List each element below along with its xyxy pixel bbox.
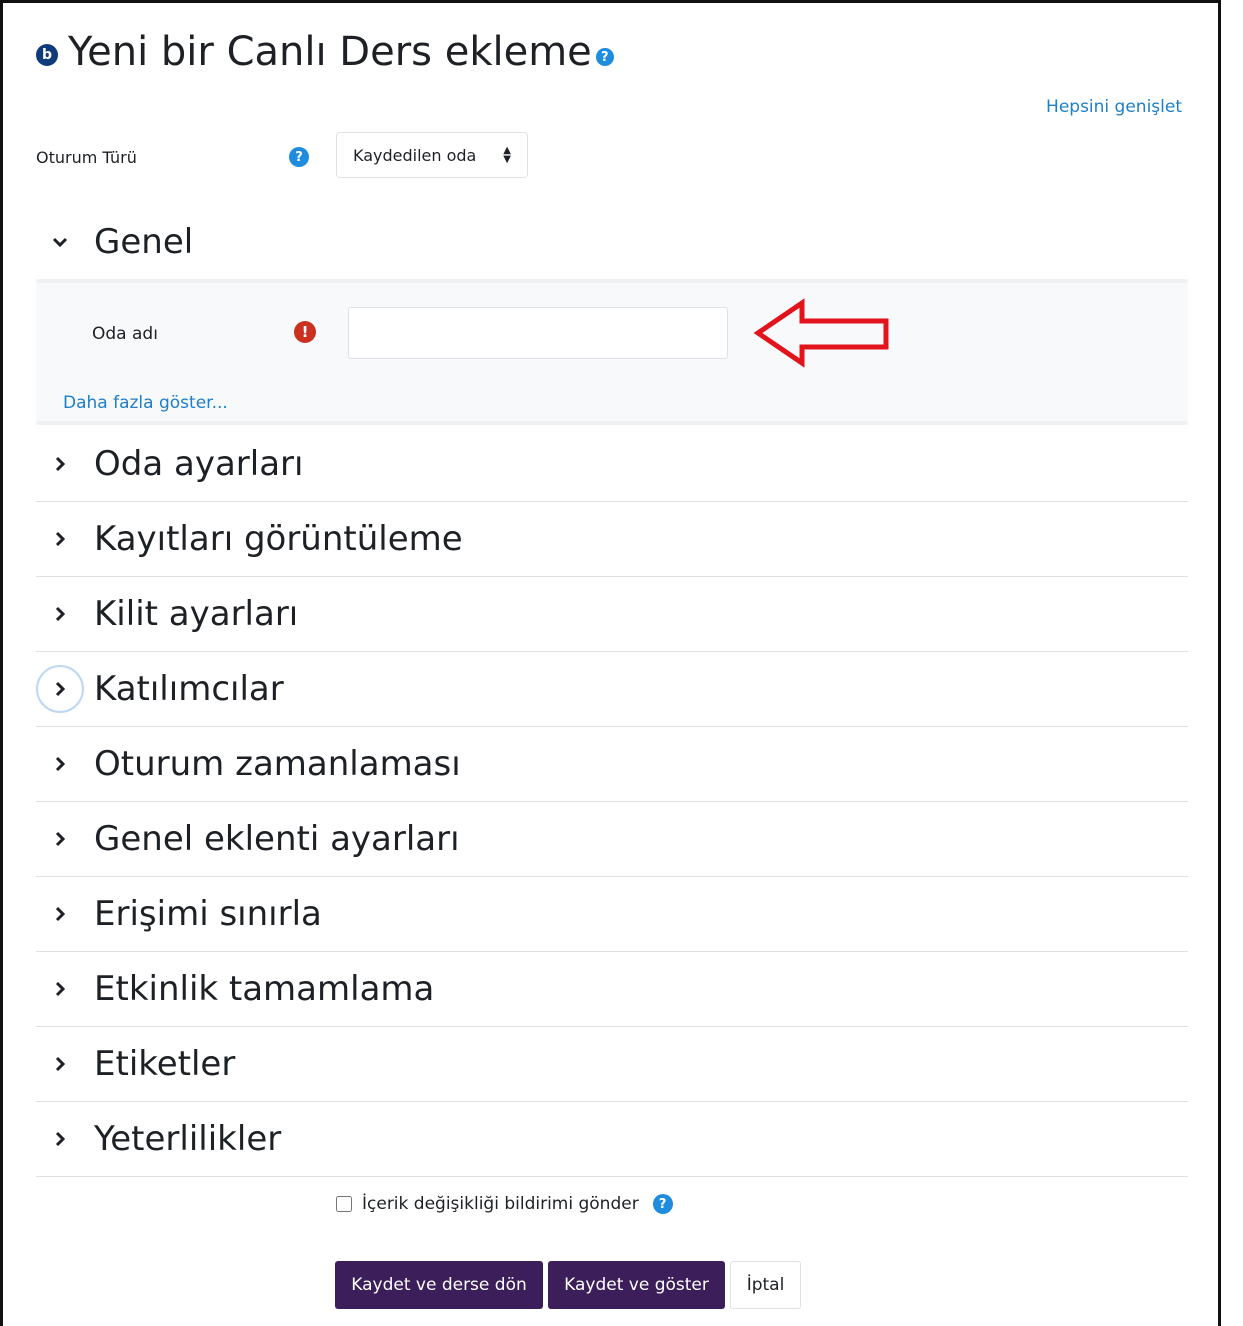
section-title: Kilit ayarları	[94, 594, 299, 634]
section-general-body: Oda adı ! Daha fazla göster...	[36, 279, 1188, 425]
annotation-arrow-icon	[753, 298, 889, 368]
section-restrict-access[interactable]: Erişimi sınırla	[36, 877, 1188, 952]
section-title: Etiketler	[94, 1044, 236, 1084]
chevron-right-icon[interactable]	[36, 1115, 84, 1163]
section-title: Etkinlik tamamlama	[94, 969, 435, 1009]
notify-checkbox[interactable]	[336, 1196, 352, 1212]
section-session-schedule[interactable]: Oturum zamanlaması	[36, 727, 1188, 802]
section-title: Oda ayarları	[94, 444, 304, 484]
section-title: Oturum zamanlaması	[94, 744, 461, 784]
section-lock-settings[interactable]: Kilit ayarları	[36, 577, 1188, 652]
session-type-label: Oturum Türü	[36, 148, 137, 167]
select-arrows-icon: ▲ ▼	[503, 145, 511, 165]
chevron-down-icon[interactable]	[36, 218, 84, 266]
save-and-display-button[interactable]: Kaydet ve göster	[548, 1261, 725, 1309]
section-tags[interactable]: Etiketler	[36, 1027, 1188, 1102]
section-general-title: Genel	[94, 222, 194, 262]
page-title-text: Yeni bir Canlı Ders ekleme	[68, 29, 592, 75]
session-type-row: Oturum Türü ? Kaydedilen oda ▲ ▼	[36, 132, 556, 180]
section-title: Erişimi sınırla	[94, 894, 322, 934]
room-name-label: Oda adı	[92, 324, 158, 344]
section-participants[interactable]: Katılımcılar	[36, 652, 1188, 727]
session-type-help-icon[interactable]: ?	[289, 147, 309, 167]
collapsed-sections: Oda ayarları Kayıtları görüntüleme Kilit…	[36, 427, 1188, 1177]
chevron-right-icon[interactable]	[36, 815, 84, 863]
bigbluebutton-icon: b	[36, 44, 58, 66]
chevron-right-icon[interactable]	[36, 1040, 84, 1088]
required-icon: !	[294, 321, 316, 343]
section-activity-completion[interactable]: Etkinlik tamamlama	[36, 952, 1188, 1027]
room-name-input[interactable]	[348, 307, 728, 359]
section-title: Genel eklenti ayarları	[94, 819, 460, 859]
session-type-select[interactable]: Kaydedilen oda ▲ ▼	[336, 132, 528, 178]
section-title: Yeterlilikler	[94, 1119, 282, 1159]
section-competencies[interactable]: Yeterlilikler	[36, 1102, 1188, 1177]
notify-row: İçerik değişikliği bildirimi gönder ?	[334, 1192, 673, 1216]
section-general-header[interactable]: Genel	[36, 218, 1188, 266]
notify-help-icon[interactable]: ?	[652, 1194, 673, 1214]
chevron-right-icon[interactable]	[36, 890, 84, 938]
session-type-selected: Kaydedilen oda	[353, 145, 477, 165]
help-icon[interactable]: ?	[595, 48, 614, 66]
section-view-recordings[interactable]: Kayıtları görüntüleme	[36, 502, 1188, 577]
cancel-button[interactable]: İptal	[730, 1261, 801, 1309]
save-and-return-button[interactable]: Kaydet ve derse dön	[335, 1261, 543, 1309]
form-buttons: Kaydet ve derse dön Kaydet ve göster İpt…	[335, 1261, 806, 1311]
show-more-link[interactable]: Daha fazla göster...	[63, 393, 228, 413]
chevron-right-icon[interactable]	[36, 515, 84, 563]
section-title: Kayıtları görüntüleme	[94, 519, 463, 559]
section-title: Katılımcılar	[94, 669, 284, 709]
chevron-right-icon[interactable]	[36, 440, 84, 488]
chevron-right-icon[interactable]	[36, 965, 84, 1013]
chevron-right-icon[interactable]	[36, 590, 84, 638]
expand-all-link[interactable]: Hepsini genişlet	[1046, 97, 1182, 117]
page-title: b Yeni bir Canlı Ders ekleme ?	[36, 26, 614, 78]
section-common-module-settings[interactable]: Genel eklenti ayarları	[36, 802, 1188, 877]
section-room-settings[interactable]: Oda ayarları	[36, 427, 1188, 502]
chevron-right-icon[interactable]	[36, 740, 84, 788]
chevron-right-icon[interactable]	[36, 665, 84, 713]
notify-label: İçerik değişikliği bildirimi gönder	[362, 1194, 639, 1214]
